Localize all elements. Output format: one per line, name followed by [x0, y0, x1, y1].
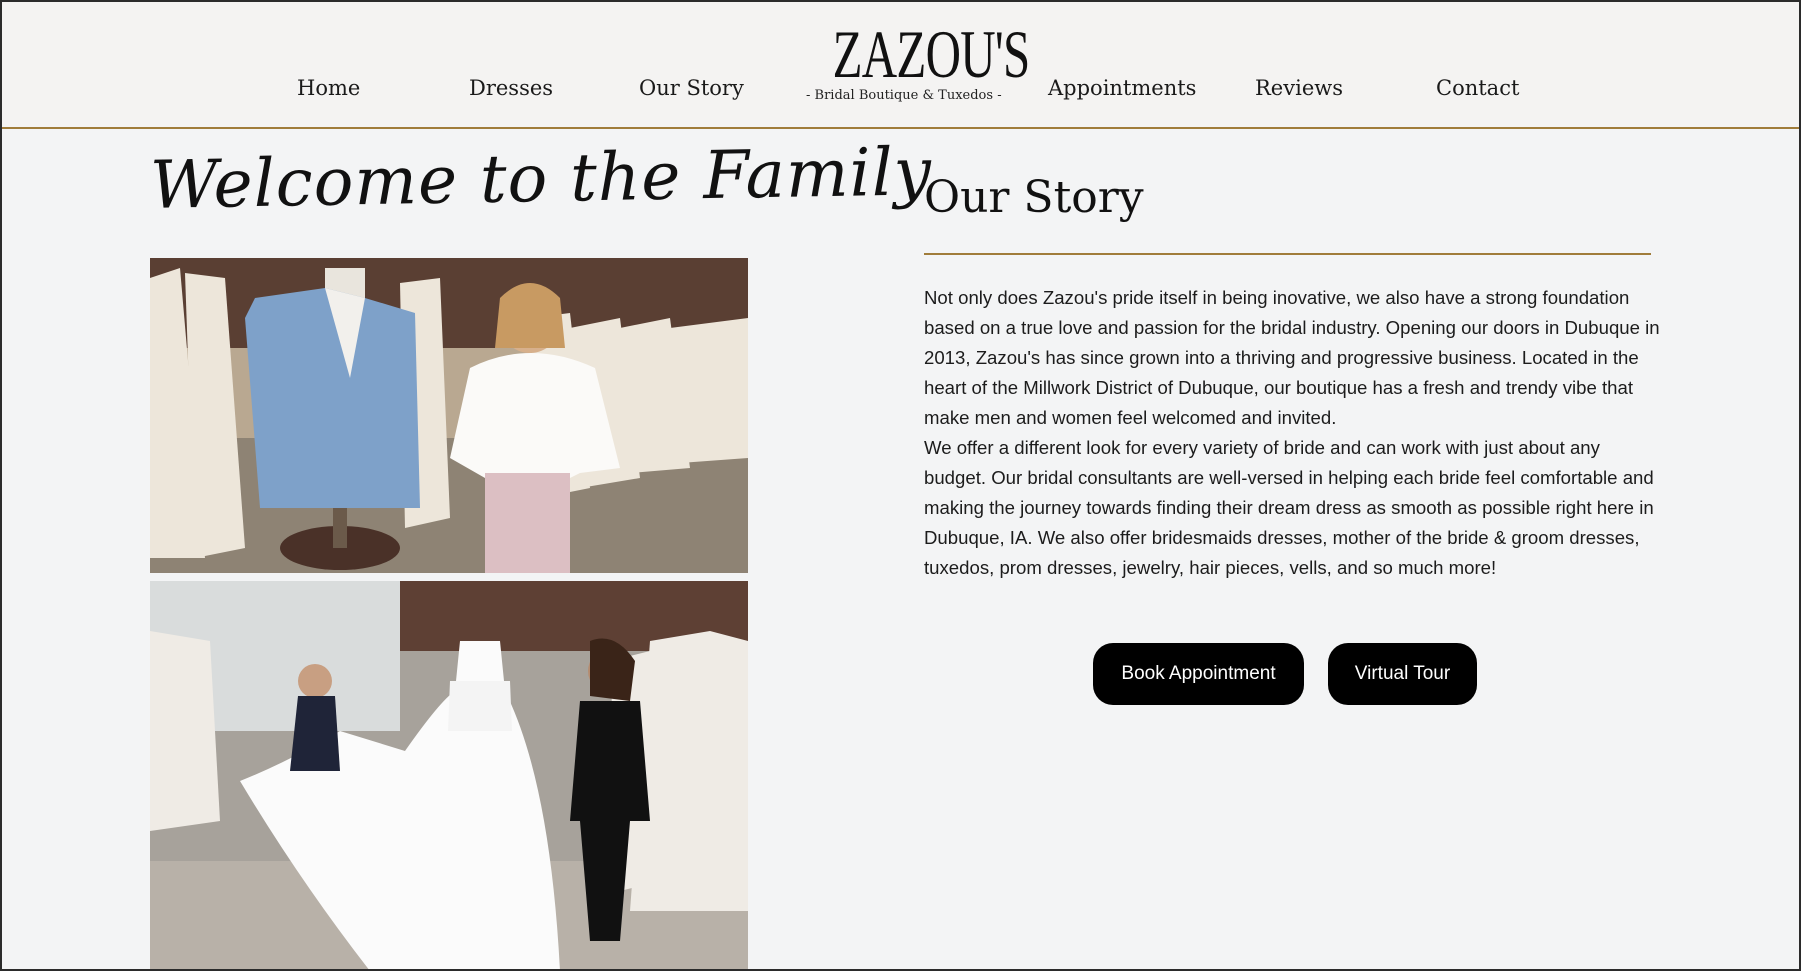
story-paragraph-2: We offer a different look for every vari… [924, 437, 1654, 578]
virtual-tour-button[interactable]: Virtual Tour [1328, 643, 1477, 705]
nav-contact[interactable]: Contact [1436, 76, 1519, 100]
nav-reviews[interactable]: Reviews [1255, 76, 1343, 100]
nav-home[interactable]: Home [297, 76, 360, 100]
site-header: Home Dresses Our Story ZAZOU'S - Bridal … [2, 2, 1799, 129]
story-paragraph-1: Not only does Zazou's pride itself in be… [924, 287, 1660, 428]
nav-dresses[interactable]: Dresses [469, 76, 553, 100]
logo-wordmark: ZAZOU'S [832, 16, 1031, 92]
nav-appointments[interactable]: Appointments [1048, 76, 1196, 100]
story-body: Not only does Zazou's pride itself in be… [924, 283, 1664, 583]
welcome-heading: Welcome to the Family [149, 133, 933, 224]
nav-our-story[interactable]: Our Story [639, 76, 744, 100]
boutique-photo-tuxedo [150, 258, 748, 573]
book-appointment-button[interactable]: Book Appointment [1093, 643, 1304, 705]
page: Home Dresses Our Story ZAZOU'S - Bridal … [2, 2, 1799, 969]
story-divider [924, 253, 1651, 255]
boutique-photo-gown [150, 581, 748, 969]
logo[interactable]: ZAZOU'S - Bridal Boutique & Tuxedos - [806, 16, 1031, 103]
story-title: Our Story [924, 172, 1144, 223]
